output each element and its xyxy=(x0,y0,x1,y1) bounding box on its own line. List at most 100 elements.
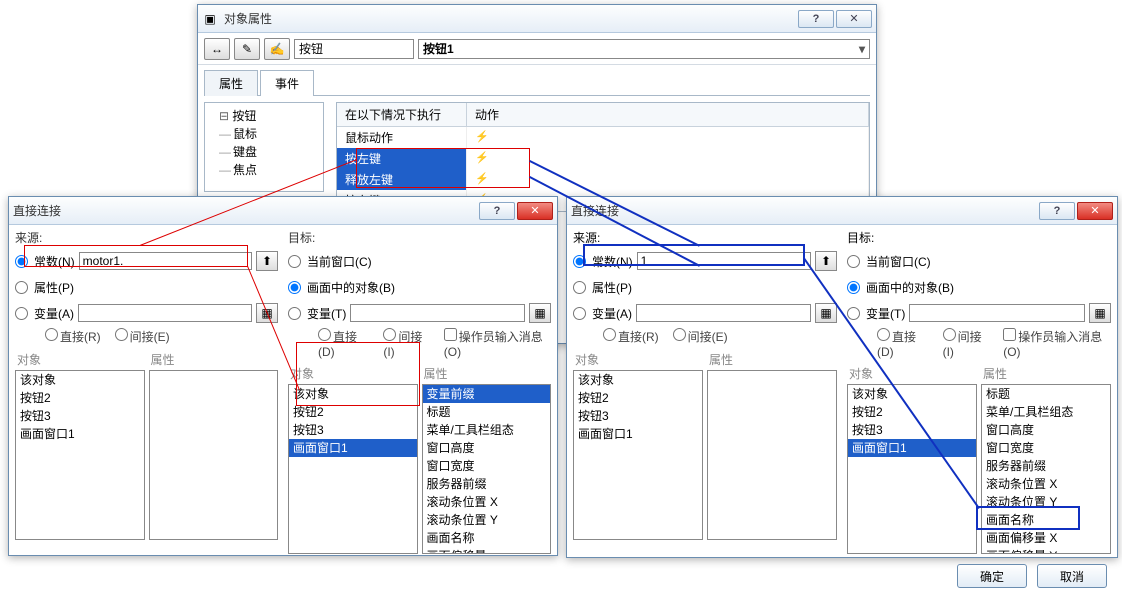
list-item[interactable]: 该对象 xyxy=(289,385,417,403)
radio-variable[interactable] xyxy=(573,307,586,320)
radio-variable-t[interactable] xyxy=(288,307,301,320)
radio-direct-r[interactable] xyxy=(45,328,58,341)
list-item[interactable]: 标题 xyxy=(423,403,551,421)
list-item[interactable]: 按钮2 xyxy=(574,389,702,407)
list-item[interactable]: 该对象 xyxy=(574,371,702,389)
variable-input[interactable] xyxy=(78,304,252,322)
radio-indirect-e[interactable] xyxy=(673,328,686,341)
radio-variable-t[interactable] xyxy=(847,307,860,320)
list-item[interactable]: 按钮2 xyxy=(848,403,976,421)
close-button[interactable]: ✕ xyxy=(836,10,872,28)
browse-button[interactable]: ⬆ xyxy=(815,251,837,271)
source-property-list[interactable] xyxy=(149,370,279,540)
list-item[interactable]: 滚动条位置 X xyxy=(982,475,1110,493)
grid-row[interactable]: 鼠标动作 xyxy=(337,127,869,148)
event-tree[interactable]: 按钮 鼠标 键盘 焦点 xyxy=(204,102,324,192)
list-item[interactable]: 画面窗口1 xyxy=(16,425,144,443)
variable-t-input[interactable] xyxy=(909,304,1085,322)
list-item[interactable]: 变量前缀 xyxy=(423,385,551,403)
list-item[interactable]: 菜单/工具栏组态 xyxy=(982,403,1110,421)
name-combo[interactable]: 按钮1 xyxy=(418,39,870,59)
list-item[interactable]: 滚动条位置 Y xyxy=(423,511,551,529)
ok-button[interactable]: 确定 xyxy=(957,564,1027,588)
list-item[interactable]: 画面名称 xyxy=(423,529,551,547)
radio-object-in-screen[interactable] xyxy=(288,281,301,294)
radio-constant[interactable] xyxy=(15,255,28,268)
close-button[interactable]: ✕ xyxy=(1077,202,1113,220)
list-item[interactable]: 画面窗口1 xyxy=(574,425,702,443)
list-item[interactable]: 该对象 xyxy=(16,371,144,389)
target-property-list[interactable]: 变量前缀标题菜单/工具栏组态窗口高度窗口宽度服务器前缀滚动条位置 X滚动条位置 … xyxy=(422,384,552,554)
list-item[interactable]: 滚动条位置 X xyxy=(423,493,551,511)
radio-constant[interactable] xyxy=(573,255,586,268)
list-item[interactable]: 画面偏移量 xyxy=(423,547,551,554)
list-item[interactable]: 按钮3 xyxy=(16,407,144,425)
help-button[interactable]: ? xyxy=(798,10,834,28)
radio-direct-r[interactable] xyxy=(603,328,616,341)
list-item[interactable]: 按钮3 xyxy=(574,407,702,425)
radio-object-in-screen[interactable] xyxy=(847,281,860,294)
grid-row[interactable]: 按左键 xyxy=(337,148,869,169)
list-item[interactable]: 按钮2 xyxy=(289,403,417,421)
constant-input[interactable] xyxy=(79,252,252,270)
tree-leaf-mouse[interactable]: 鼠标 xyxy=(211,125,317,143)
variable-t-input[interactable] xyxy=(350,304,525,322)
help-button[interactable]: ? xyxy=(1039,202,1075,220)
browse-button[interactable]: ⬆ xyxy=(256,251,278,271)
radio-current-window[interactable] xyxy=(288,255,301,268)
list-item[interactable]: 标题 xyxy=(982,385,1110,403)
tab-events[interactable]: 事件 xyxy=(260,70,314,96)
list-item[interactable]: 窗口宽度 xyxy=(423,457,551,475)
tree-leaf-keyboard[interactable]: 键盘 xyxy=(211,143,317,161)
browse-button[interactable]: ▦ xyxy=(1089,303,1111,323)
grid-row[interactable]: 释放左键 xyxy=(337,169,869,190)
list-item[interactable]: 画面窗口1 xyxy=(289,439,417,457)
browse-button[interactable]: ▦ xyxy=(815,303,837,323)
source-property-list[interactable] xyxy=(707,370,837,540)
tab-properties[interactable]: 属性 xyxy=(204,70,258,96)
tool-picker-icon[interactable]: ✍ xyxy=(264,38,290,60)
browse-button[interactable]: ▦ xyxy=(529,303,551,323)
list-item[interactable]: 按钮3 xyxy=(289,421,417,439)
tree-leaf-focus[interactable]: 焦点 xyxy=(211,161,317,179)
radio-indirect-e[interactable] xyxy=(115,328,128,341)
list-item[interactable]: 滚动条位置 Y xyxy=(982,493,1110,511)
list-item[interactable]: 按钮3 xyxy=(848,421,976,439)
list-item[interactable]: 按钮2 xyxy=(16,389,144,407)
constant-input[interactable] xyxy=(637,252,811,270)
list-item[interactable]: 窗口高度 xyxy=(982,421,1110,439)
check-operator-input[interactable] xyxy=(1003,328,1016,341)
list-item[interactable]: 服务器前缀 xyxy=(982,457,1110,475)
check-operator-input[interactable] xyxy=(444,328,457,341)
radio-property[interactable] xyxy=(573,281,586,294)
radio-indirect-i[interactable] xyxy=(383,328,396,341)
list-item[interactable]: 画面窗口1 xyxy=(848,439,976,457)
list-item[interactable]: 该对象 xyxy=(848,385,976,403)
tool-pin-icon[interactable]: ↔ xyxy=(204,38,230,60)
list-item[interactable]: 画面偏移量 Y xyxy=(982,547,1110,554)
radio-variable[interactable] xyxy=(15,307,28,320)
titlebar[interactable]: 直接连接 ? ✕ xyxy=(9,197,557,225)
radio-direct-d[interactable] xyxy=(877,328,890,341)
target-property-list[interactable]: 标题菜单/工具栏组态窗口高度窗口宽度服务器前缀滚动条位置 X滚动条位置 Y画面名… xyxy=(981,384,1111,554)
type-combo[interactable]: 按钮 xyxy=(294,39,414,59)
list-item[interactable]: 窗口宽度 xyxy=(982,439,1110,457)
target-object-list[interactable]: 该对象按钮2按钮3画面窗口1 xyxy=(847,384,977,554)
tool-edit-icon[interactable]: ✎ xyxy=(234,38,260,60)
tree-root[interactable]: 按钮 xyxy=(211,107,317,125)
variable-input[interactable] xyxy=(636,304,811,322)
browse-button[interactable]: ▦ xyxy=(256,303,278,323)
cancel-button[interactable]: 取消 xyxy=(1037,564,1107,588)
close-button[interactable]: ✕ xyxy=(517,202,553,220)
list-item[interactable]: 画面偏移量 X xyxy=(982,529,1110,547)
source-object-list[interactable]: 该对象按钮2按钮3画面窗口1 xyxy=(573,370,703,540)
titlebar[interactable]: 直接连接 ? ✕ xyxy=(567,197,1117,225)
radio-property[interactable] xyxy=(15,281,28,294)
list-item[interactable]: 服务器前缀 xyxy=(423,475,551,493)
list-item[interactable]: 菜单/工具栏组态 xyxy=(423,421,551,439)
source-object-list[interactable]: 该对象按钮2按钮3画面窗口1 xyxy=(15,370,145,540)
help-button[interactable]: ? xyxy=(479,202,515,220)
radio-direct-d[interactable] xyxy=(318,328,331,341)
list-item[interactable]: 画面名称 xyxy=(982,511,1110,529)
target-object-list[interactable]: 该对象按钮2按钮3画面窗口1 xyxy=(288,384,418,554)
